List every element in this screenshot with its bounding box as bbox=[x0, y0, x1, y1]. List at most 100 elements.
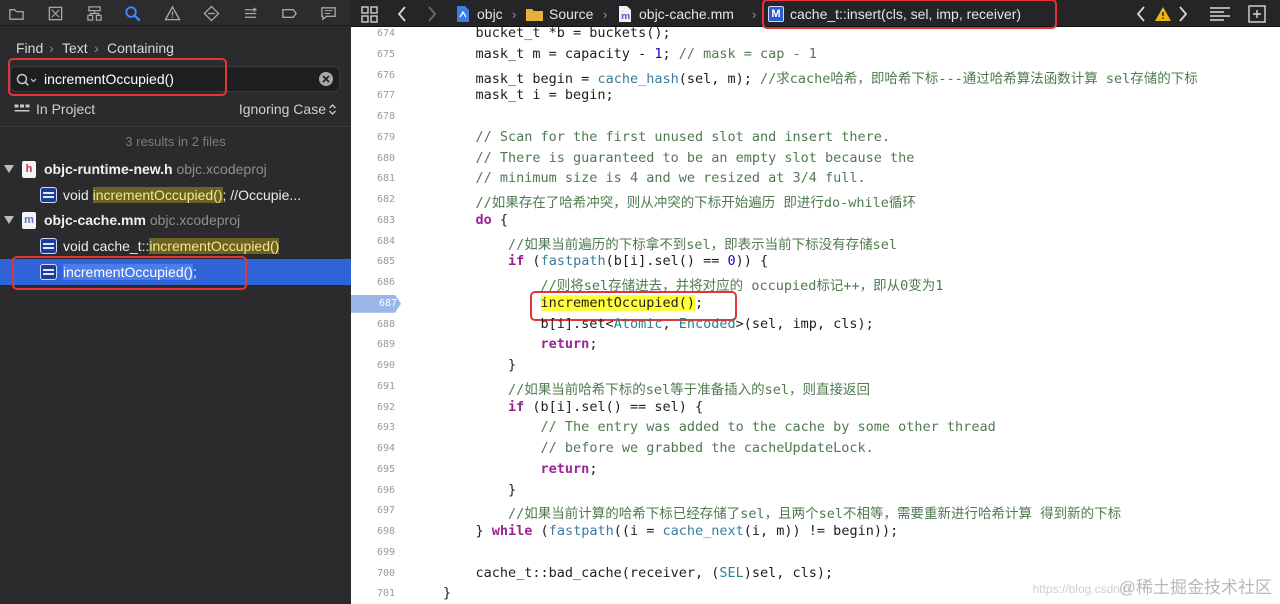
issue-icon[interactable] bbox=[162, 3, 182, 23]
case-option-selector[interactable]: Ignoring Case bbox=[239, 101, 337, 117]
code-line[interactable]: //如果当前哈希下标的sel等于准备插入的sel，则直接返回 bbox=[443, 378, 870, 398]
line-number[interactable]: 691 bbox=[377, 381, 395, 392]
find-icon[interactable] bbox=[122, 3, 142, 23]
line-number[interactable]: 674 bbox=[377, 28, 395, 39]
disclosure-triangle-icon[interactable] bbox=[4, 165, 14, 174]
line-number[interactable]: 693 bbox=[377, 422, 395, 433]
search-field[interactable] bbox=[10, 66, 340, 92]
jump-bar: objc › Source › m objc-cache.mm › M cach… bbox=[351, 0, 1280, 29]
back-button[interactable] bbox=[397, 4, 407, 24]
line-number[interactable]: 678 bbox=[377, 111, 395, 122]
jump-crumb-project[interactable]: objc bbox=[455, 4, 503, 24]
add-editor-icon[interactable] bbox=[1248, 4, 1266, 24]
line-number[interactable]: 683 bbox=[377, 215, 395, 226]
line-number[interactable]: 676 bbox=[377, 70, 395, 81]
line-number[interactable]: 689 bbox=[377, 339, 395, 350]
code-line[interactable]: // The entry was added to the cache by s… bbox=[443, 419, 996, 435]
code-line[interactable]: // minimum size is 4 and we resized at 3… bbox=[443, 170, 866, 186]
symbol-icon[interactable] bbox=[84, 3, 104, 23]
code-line[interactable]: //如果当前遍历的下标拿不到sel，即表示当前下标没有存储sel bbox=[443, 233, 897, 253]
line-number[interactable]: 685 bbox=[377, 256, 395, 267]
line-number[interactable]: 690 bbox=[377, 360, 395, 371]
disclosure-triangle-icon[interactable] bbox=[4, 216, 14, 225]
find-mode-type[interactable]: Text bbox=[62, 40, 88, 56]
report-icon[interactable] bbox=[318, 3, 338, 23]
line-number[interactable]: 697 bbox=[377, 505, 395, 516]
folder-icon[interactable] bbox=[6, 3, 26, 23]
breakpoint-icon[interactable] bbox=[279, 3, 299, 23]
test-icon[interactable] bbox=[201, 3, 221, 23]
code-line[interactable]: mask_t begin = cache_hash(sel, m); //求ca… bbox=[443, 67, 1198, 87]
code-line[interactable]: } bbox=[443, 357, 516, 373]
line-number-gutter[interactable]: 674 675 676 677 678 679 680 681 682 683 684 685 686 6… bbox=[351, 27, 403, 604]
line-number[interactable]: 695 bbox=[377, 464, 395, 475]
find-mode-breadcrumb[interactable]: Find › Text › Containing bbox=[0, 36, 351, 60]
code-line[interactable]: if (fastpath(b[i].sel() == 0)) { bbox=[443, 253, 768, 269]
find-mode-match[interactable]: Containing bbox=[107, 40, 174, 56]
code-line[interactable]: } bbox=[443, 585, 451, 601]
line-number[interactable]: 694 bbox=[377, 443, 395, 454]
debug-icon[interactable] bbox=[240, 3, 260, 23]
code-line[interactable]: // There is guaranteed to be an empty sl… bbox=[443, 150, 915, 166]
line-number[interactable]: 675 bbox=[377, 49, 395, 60]
search-scope-selector[interactable]: In Project bbox=[14, 101, 95, 117]
code-line[interactable]: } bbox=[443, 482, 516, 498]
line-number[interactable]: 700 bbox=[377, 568, 395, 579]
find-navigator: Find › Text › Containing In Project Igno… bbox=[0, 0, 351, 604]
code-line[interactable]: return; bbox=[443, 461, 598, 477]
warning-icon[interactable] bbox=[1154, 4, 1172, 24]
code-line[interactable]: do { bbox=[443, 212, 509, 228]
line-number[interactable]: 681 bbox=[377, 173, 395, 184]
objc-source-file-icon: m bbox=[22, 212, 36, 229]
line-number[interactable]: 688 bbox=[377, 319, 395, 330]
line-number[interactable]: 686 bbox=[377, 277, 395, 288]
code-area[interactable]: bucket_t *b = buckets(); mask_t m = capa… bbox=[403, 27, 1280, 604]
code-line[interactable]: incrementOccupied(); bbox=[443, 294, 703, 311]
code-line-icon bbox=[40, 187, 57, 203]
line-number[interactable]: 682 bbox=[377, 194, 395, 205]
code-line[interactable]: } while (fastpath((i = cache_next(i, m))… bbox=[443, 523, 899, 539]
code-line[interactable]: //如果当前计算的哈希下标已经存储了sel，且两个sel不相等，需要重新进行哈希… bbox=[443, 502, 1121, 522]
search-icon[interactable] bbox=[15, 71, 39, 89]
result-file-group[interactable]: m objc-cache.mm objc.xcodeproj bbox=[0, 208, 351, 233]
result-line-selected[interactable]: incrementOccupied(); bbox=[0, 259, 351, 285]
jump-crumb-method[interactable]: M cache_t::insert(cls, sel, imp, receive… bbox=[768, 4, 1021, 24]
related-items-icon[interactable] bbox=[361, 4, 378, 24]
code-line[interactable]: // Scan for the first unused slot and in… bbox=[443, 129, 891, 145]
search-input[interactable] bbox=[44, 69, 319, 89]
code-line[interactable]: if (b[i].sel() == sel) { bbox=[443, 399, 703, 415]
line-number[interactable]: 692 bbox=[377, 402, 395, 413]
editor-options-icon[interactable] bbox=[1209, 4, 1231, 24]
code-line[interactable]: bucket_t *b = buckets(); bbox=[443, 27, 671, 41]
line-number[interactable]: 687 bbox=[379, 298, 397, 309]
find-mode-action[interactable]: Find bbox=[16, 40, 43, 56]
line-number[interactable]: 696 bbox=[377, 485, 395, 496]
code-line[interactable]: return; bbox=[443, 336, 598, 352]
next-issue-button[interactable] bbox=[1178, 4, 1188, 24]
jump-crumb-file[interactable]: m objc-cache.mm bbox=[617, 4, 734, 24]
line-number[interactable]: 684 bbox=[377, 236, 395, 247]
line-number[interactable]: 679 bbox=[377, 132, 395, 143]
forward-button[interactable] bbox=[427, 4, 437, 24]
result-file-group[interactable]: h objc-runtime-new.h objc.xcodeproj bbox=[0, 157, 351, 182]
source-control-icon[interactable] bbox=[45, 3, 65, 23]
code-line[interactable]: mask_t i = begin; bbox=[443, 87, 614, 103]
line-number[interactable]: 699 bbox=[377, 547, 395, 558]
clear-search-button[interactable] bbox=[319, 72, 333, 86]
code-line[interactable]: //则将sel存储进去，并将对应的 occupied标记++，即从0变为1 bbox=[443, 274, 944, 294]
result-line-text: void cache_t::incrementOccupied() bbox=[63, 238, 280, 254]
line-number[interactable]: 701 bbox=[377, 588, 395, 599]
code-line[interactable]: // before we grabbed the cacheUpdateLock… bbox=[443, 440, 874, 456]
line-number[interactable]: 680 bbox=[377, 153, 395, 164]
code-line[interactable]: b[i].set<Atomic, Encoded>(sel, imp, cls)… bbox=[443, 316, 874, 332]
code-line[interactable]: //如果存在了哈希冲突，则从冲突的下标开始遍历 即进行do-while循环 bbox=[443, 191, 916, 211]
result-line[interactable]: void cache_t::incrementOccupied() bbox=[0, 233, 351, 259]
previous-issue-button[interactable] bbox=[1136, 4, 1146, 24]
result-line[interactable]: void incrementOccupied(); //Occupie... bbox=[0, 182, 351, 208]
code-line[interactable]: mask_t m = capacity - 1; // mask = cap -… bbox=[443, 46, 817, 62]
line-number[interactable]: 677 bbox=[377, 90, 395, 101]
code-line[interactable]: cache_t::bad_cache(receiver, (SEL)sel, c… bbox=[443, 565, 834, 581]
jump-crumb-folder[interactable]: Source bbox=[525, 4, 593, 24]
match-highlight: incrementOccupied() bbox=[63, 264, 193, 280]
line-number[interactable]: 698 bbox=[377, 526, 395, 537]
